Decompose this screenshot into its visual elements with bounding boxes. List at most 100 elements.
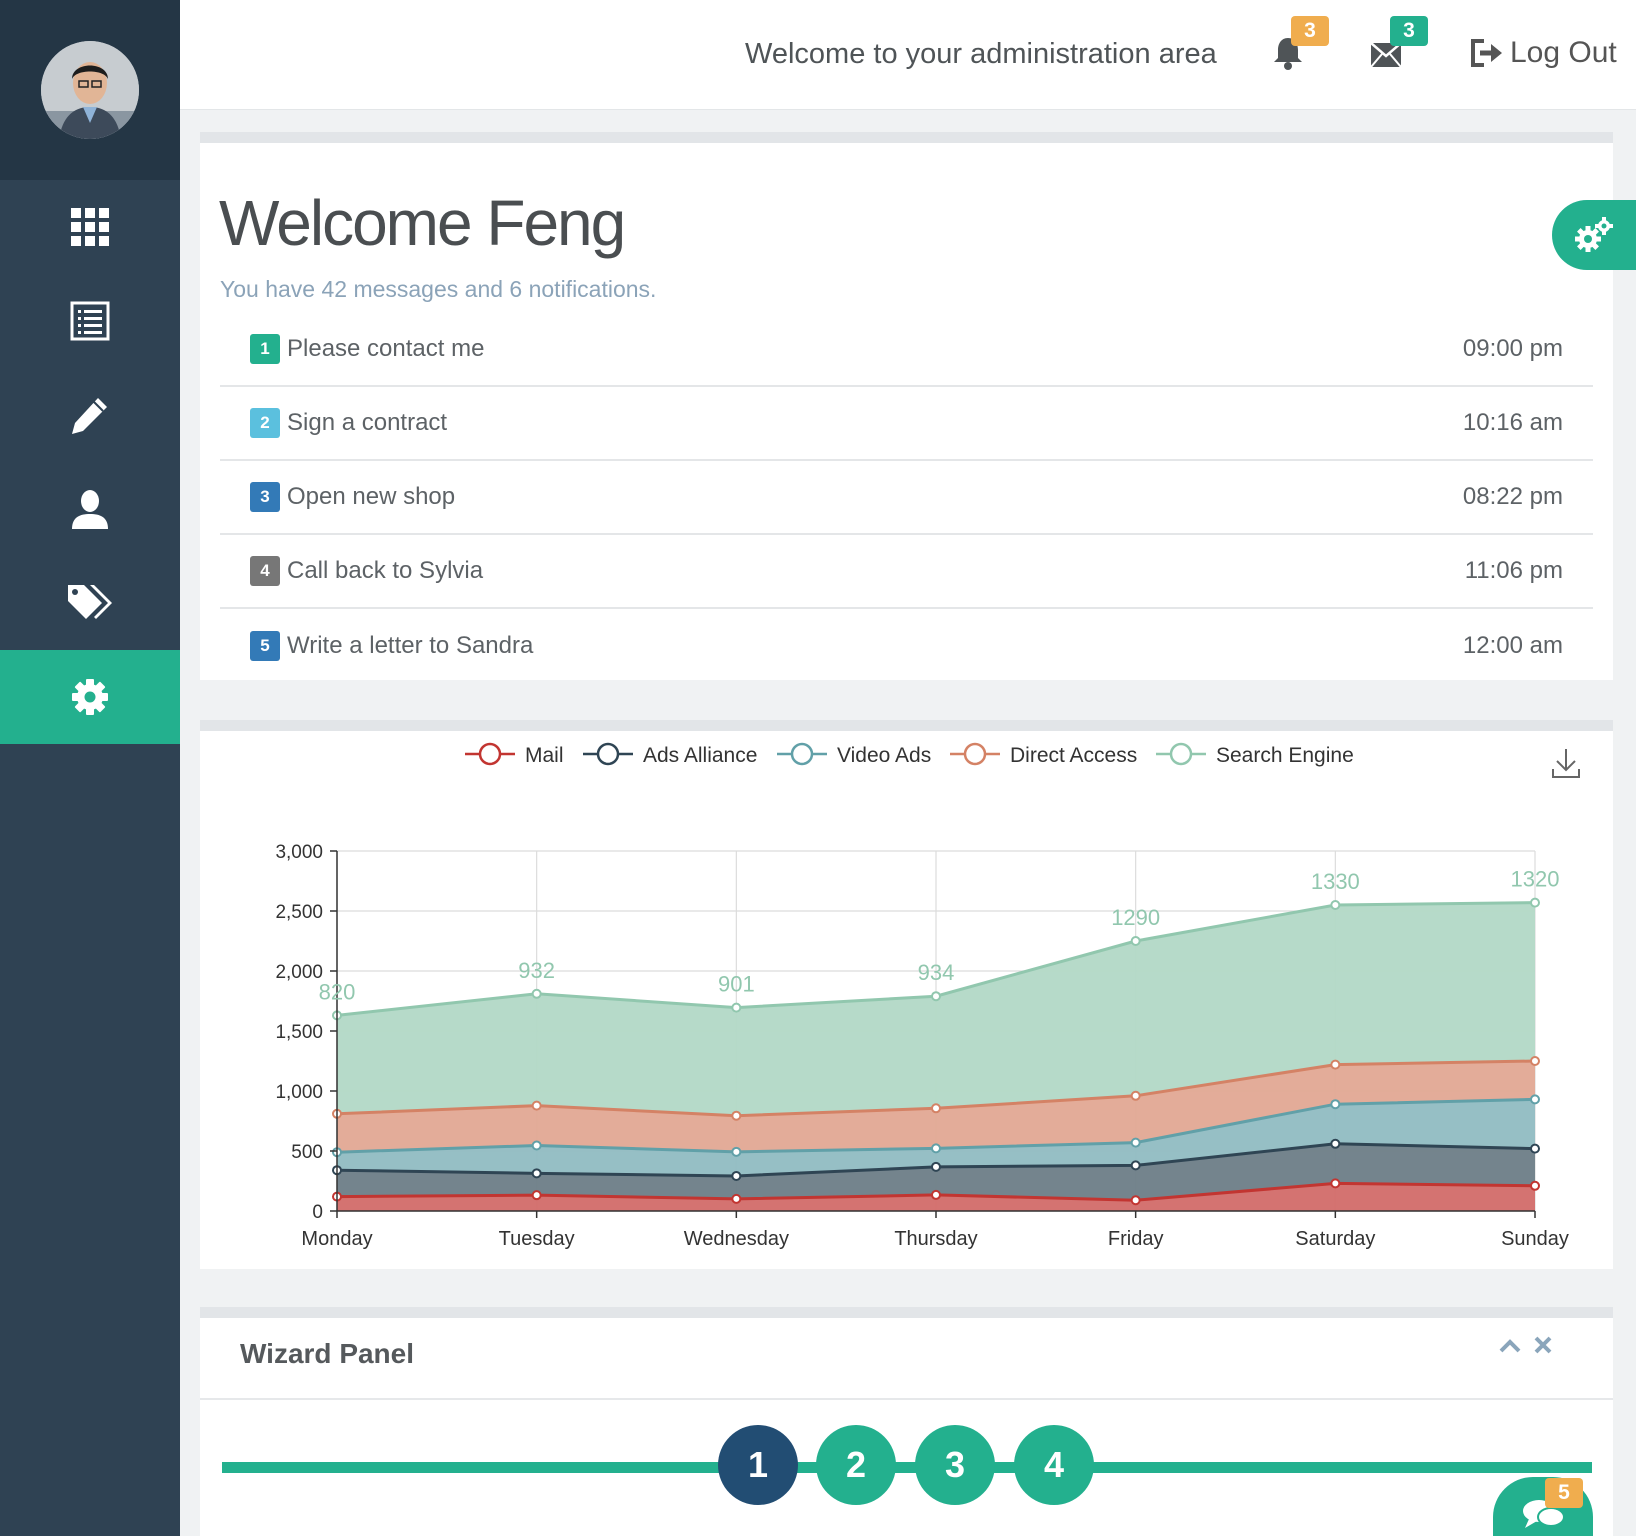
svg-text:Ads Alliance: Ads Alliance — [643, 744, 757, 767]
x-tick-label: Thursday — [894, 1228, 977, 1250]
data-point[interactable] — [931, 991, 941, 1002]
data-point[interactable] — [731, 1170, 742, 1181]
list-item[interactable]: 2 Sign a contract 10:16 am — [220, 387, 1593, 461]
y-tick-label: 0 — [312, 1202, 323, 1223]
legend-item-direct-access[interactable]: Direct Access — [950, 742, 1137, 767]
data-point[interactable] — [1330, 1059, 1341, 1070]
data-point[interactable] — [1530, 1056, 1540, 1066]
data-point[interactable] — [731, 1110, 742, 1121]
legend-item-mail[interactable]: Mail — [465, 742, 564, 767]
data-point[interactable] — [1130, 1090, 1141, 1101]
data-point[interactable] — [531, 1190, 542, 1201]
y-tick-label: 2,000 — [275, 962, 323, 983]
messages-button[interactable] — [1370, 42, 1402, 73]
legend-item-video-ads[interactable]: Video Ads — [777, 742, 931, 767]
avatar[interactable] — [41, 41, 139, 139]
data-point[interactable] — [931, 1103, 941, 1114]
data-point[interactable] — [531, 1168, 542, 1179]
x-tick-label: Saturday — [1295, 1228, 1375, 1250]
data-point[interactable] — [1530, 1094, 1540, 1105]
data-point[interactable] — [531, 1100, 542, 1111]
x-tick-label: Friday — [1108, 1228, 1164, 1250]
wizard-panel-title: Wizard Panel — [240, 1338, 415, 1369]
data-label: 1320 — [1511, 867, 1560, 892]
x-tick-label: Monday — [301, 1228, 372, 1250]
task-label: Please contact me — [287, 335, 485, 362]
data-point[interactable] — [531, 988, 542, 999]
task-number-badge: 1 — [250, 334, 280, 364]
task-list: 1 Please contact me 09:00 pm 2 Sign a co… — [220, 313, 1593, 683]
task-label: Call back to Sylvia — [287, 557, 484, 584]
svg-text:Mail: Mail — [525, 744, 564, 767]
chevron-up-icon[interactable] — [1498, 1337, 1522, 1353]
logout-icon — [1471, 39, 1502, 67]
sidebar-item-edit[interactable] — [0, 368, 180, 462]
wizard-step-1[interactable]: 1 — [718, 1425, 798, 1505]
list-item[interactable]: 3 Open new shop 08:22 pm — [220, 461, 1593, 535]
svg-text:Direct Access: Direct Access — [1010, 744, 1137, 767]
y-tick-label: 500 — [291, 1142, 323, 1163]
y-tick-label: 1,000 — [275, 1082, 323, 1103]
gear-icon — [72, 679, 108, 715]
data-point[interactable] — [731, 1002, 742, 1013]
data-point[interactable] — [931, 1189, 941, 1200]
sidebar-item-dashboard[interactable] — [0, 180, 180, 274]
tags-icon — [68, 585, 112, 619]
notifications-badge: 3 — [1291, 16, 1329, 46]
task-label: Write a letter to Sandra — [287, 632, 534, 659]
list-item[interactable]: 4 Call back to Sylvia 11:06 pm — [220, 535, 1593, 609]
data-point[interactable] — [731, 1146, 742, 1157]
close-icon[interactable] — [1534, 1336, 1552, 1354]
data-label: 901 — [718, 972, 755, 997]
data-point[interactable] — [1130, 1137, 1141, 1148]
legend-item-ads-alliance[interactable]: Ads Alliance — [583, 742, 757, 767]
data-label: 1330 — [1311, 869, 1360, 894]
messages-badge: 3 — [1390, 16, 1428, 46]
list-item[interactable]: 1 Please contact me 09:00 pm — [220, 313, 1593, 387]
data-point[interactable] — [1530, 897, 1540, 908]
sidebar-profile — [0, 0, 180, 180]
sidebar-item-users[interactable] — [0, 462, 180, 556]
task-number-badge: 4 — [250, 556, 280, 586]
data-point[interactable] — [1130, 1160, 1141, 1171]
panel-strip — [200, 1307, 1613, 1318]
panel-strip — [200, 132, 1613, 143]
data-label: 934 — [918, 960, 955, 985]
wizard-step-3[interactable]: 3 — [915, 1425, 995, 1505]
data-point[interactable] — [1130, 1195, 1141, 1206]
logout-label: Log Out — [1510, 36, 1617, 69]
wizard-panel-controls — [1498, 1336, 1552, 1354]
data-point[interactable] — [1530, 1180, 1540, 1191]
data-point[interactable] — [1330, 1138, 1341, 1149]
data-point[interactable] — [1330, 1099, 1341, 1110]
data-label: 932 — [518, 958, 555, 983]
data-point[interactable] — [1330, 900, 1341, 910]
data-point[interactable] — [731, 1193, 742, 1204]
y-tick-label: 2,500 — [275, 902, 323, 923]
y-tick-label: 1,500 — [275, 1022, 323, 1043]
task-time: 10:16 am — [1462, 409, 1563, 436]
data-point[interactable] — [931, 1161, 941, 1172]
wizard-progress-line — [222, 1462, 1592, 1473]
wizard-step-2[interactable]: 2 — [816, 1425, 896, 1505]
sidebar-item-tags[interactable] — [0, 556, 180, 650]
sidebar-item-settings[interactable] — [0, 650, 180, 744]
settings-float-button[interactable] — [1552, 200, 1636, 270]
list-item[interactable]: 5 Write a letter to Sandra 12:00 am — [220, 609, 1593, 683]
data-point[interactable] — [1330, 1178, 1341, 1189]
x-tick-label: Tuesday — [499, 1228, 575, 1250]
sidebar-item-list[interactable] — [0, 274, 180, 368]
data-point[interactable] — [1130, 936, 1141, 946]
legend-item-search-engine[interactable]: Search Engine — [1156, 742, 1354, 767]
data-point[interactable] — [531, 1140, 542, 1151]
download-icon[interactable] — [1552, 749, 1580, 778]
list-icon — [70, 301, 110, 341]
data-point[interactable] — [1530, 1143, 1540, 1154]
wizard-step-4[interactable]: 4 — [1014, 1425, 1094, 1505]
task-number-badge: 2 — [250, 408, 280, 438]
x-tick-label: Wednesday — [684, 1228, 789, 1250]
page-title: Welcome Feng — [219, 187, 626, 259]
logout-button[interactable]: Log Out — [1470, 36, 1617, 70]
data-label: 820 — [319, 979, 356, 1004]
data-point[interactable] — [931, 1143, 941, 1154]
